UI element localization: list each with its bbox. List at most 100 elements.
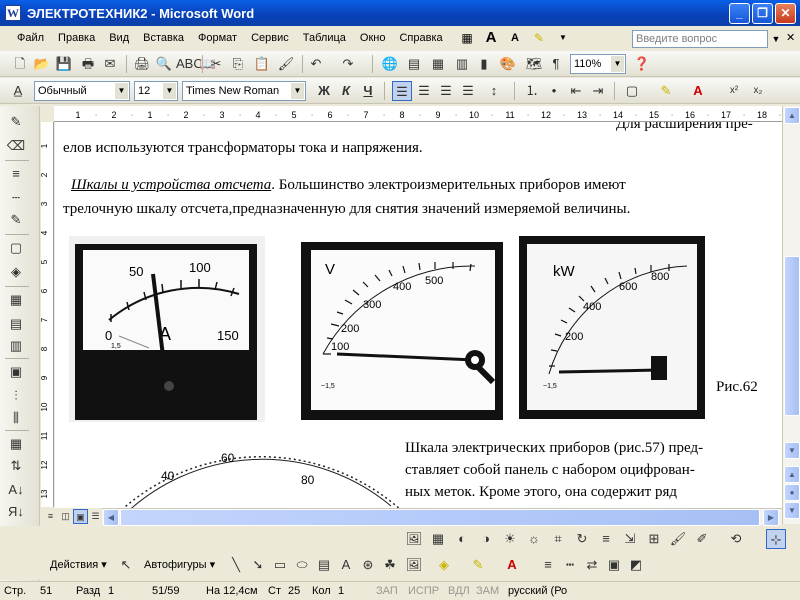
rotate-icon[interactable]: ↻	[572, 529, 592, 549]
increase-indent-icon[interactable]: ⇥	[588, 81, 608, 101]
table-autoformat-icon[interactable]: ▦	[6, 434, 26, 454]
chevron-down-icon[interactable]: ▼	[291, 83, 304, 99]
align-cell-icon[interactable]: ▣	[6, 362, 26, 382]
menu-edit[interactable]: Правка	[51, 26, 102, 50]
autoshapes-button[interactable]: Автофигуры ▾	[144, 555, 215, 575]
italic-button[interactable]: К	[336, 81, 356, 101]
chevron-down-icon[interactable]: ▼	[115, 83, 128, 99]
scroll-left-icon[interactable]: ◀	[103, 509, 119, 526]
scroll-thumb[interactable]	[784, 256, 800, 416]
justify-icon[interactable]: ☰	[458, 81, 478, 101]
arrow-icon[interactable]: ➘	[248, 555, 268, 575]
highlight-icon[interactable]: ✎	[528, 28, 550, 48]
align-left-icon[interactable]: ☰	[392, 81, 412, 101]
numbering-icon[interactable]: ⒈	[522, 81, 542, 101]
dropdown-arrow-icon[interactable]: ▼	[552, 28, 574, 48]
vertical-scrollbar[interactable]: ▲ ▼ ▲ ● ▼	[782, 106, 800, 524]
menu-view[interactable]: Вид	[102, 26, 136, 50]
cut-icon[interactable]: ✂	[206, 54, 226, 74]
dash-style-icon[interactable]: ┅	[560, 555, 580, 575]
horizontal-scroll-thumb[interactable]	[120, 509, 760, 526]
eraser-icon[interactable]: ⌫	[6, 136, 26, 156]
select-objects-icon[interactable]: ↖	[116, 555, 136, 575]
horizontal-scrollbar[interactable]: ◀ ▶	[102, 508, 782, 526]
print-icon[interactable]: 🖨	[132, 54, 152, 74]
zoom-select[interactable]: 110% ▼	[570, 54, 626, 74]
fill-color-icon[interactable]: ◈	[434, 555, 454, 575]
next-page-icon[interactable]: ▼	[784, 502, 800, 519]
shadow-style-icon[interactable]: ▣	[604, 555, 624, 575]
ask-question-input[interactable]: Введите вопрос	[632, 30, 768, 48]
status-extend[interactable]: ВДЛ	[448, 585, 470, 597]
save-icon[interactable]: 💾	[54, 54, 74, 74]
grow-font-icon[interactable]: A	[480, 28, 502, 48]
style-select[interactable]: Обычный ▼	[34, 81, 130, 101]
border-color-icon[interactable]: ✎	[6, 210, 26, 230]
copy-icon[interactable]: ⎘	[228, 54, 248, 74]
set-transparent-icon[interactable]: ✐	[692, 529, 712, 549]
styles-icon[interactable]: A̲	[8, 81, 28, 101]
underline-button[interactable]: Ч	[358, 81, 378, 101]
menu-insert[interactable]: Вставка	[136, 26, 191, 50]
insert-excel-icon[interactable]: ▥	[452, 54, 472, 74]
borders-icon[interactable]: ▢	[622, 81, 642, 101]
oval-icon[interactable]: ⬭	[292, 555, 312, 575]
compress-icon[interactable]: ⇲	[620, 529, 640, 549]
show-hide-icon[interactable]: ¶	[546, 54, 566, 74]
grid-settings-icon[interactable]: ⊹	[766, 529, 786, 549]
shading-icon[interactable]: ◈	[6, 262, 26, 282]
less-contrast-icon[interactable]: ◑	[476, 529, 496, 549]
word-app-icon[interactable]: W	[5, 5, 21, 21]
bullets-icon[interactable]: •	[544, 81, 564, 101]
chevron-down-icon[interactable]: ▼	[611, 56, 624, 72]
bold-button[interactable]: Ж	[314, 81, 334, 101]
pen-icon[interactable]: ✎	[6, 112, 26, 132]
line-spacing-icon[interactable]: ↕	[484, 81, 504, 101]
superscript-icon[interactable]: x²	[724, 81, 744, 101]
minimize-button[interactable]: _	[729, 3, 750, 24]
menu-window[interactable]: Окно	[353, 26, 393, 50]
sort-ascending-icon[interactable]: A↓	[6, 480, 26, 500]
distribute-columns-icon[interactable]: ⫼	[6, 408, 26, 428]
highlight-icon[interactable]: ✎	[656, 81, 676, 101]
less-brightness-icon[interactable]: ☼	[524, 529, 544, 549]
tables-borders-icon[interactable]: ▤	[404, 54, 424, 74]
rectangle-icon[interactable]: ▭	[270, 555, 290, 575]
menu-format[interactable]: Формат	[191, 26, 244, 50]
insert-picture-icon[interactable]: 🖼	[404, 555, 424, 575]
select-browse-object-icon[interactable]: ●	[784, 484, 800, 501]
line-style-icon[interactable]: ≡	[596, 529, 616, 549]
help-icon[interactable]: ❓	[632, 54, 652, 74]
color-icon[interactable]: ▦	[428, 529, 448, 549]
dash-style-icon[interactable]: ┄	[6, 188, 26, 208]
menu-table[interactable]: Таблица	[296, 26, 353, 50]
menu-file[interactable]: Файл	[10, 26, 51, 50]
restore-button[interactable]: ❐	[752, 3, 773, 24]
previous-page-icon[interactable]: ▲	[784, 466, 800, 483]
redo-icon[interactable]: ↷	[338, 54, 358, 74]
draw-actions-button[interactable]: Действия ▾	[50, 555, 107, 575]
new-document-icon[interactable]: 🗋	[10, 54, 30, 74]
ask-dropdown-icon[interactable]: ▼	[770, 30, 782, 48]
paste-icon[interactable]: 📋	[252, 54, 272, 74]
format-painter-icon[interactable]: 🖌	[276, 54, 296, 74]
scroll-down-icon[interactable]: ▼	[784, 442, 800, 459]
print-preview-icon[interactable]: 🔍	[154, 54, 174, 74]
insert-table-icon[interactable]: ▦	[428, 54, 448, 74]
subscript-icon[interactable]: x₂	[748, 81, 768, 101]
open-icon[interactable]: 📂	[32, 54, 52, 74]
outside-borders-icon[interactable]: ▢	[6, 238, 26, 258]
outline-view-icon[interactable]: ☰	[88, 509, 103, 524]
arrow-style-icon[interactable]: ⇄	[582, 555, 602, 575]
vertical-ruler[interactable]: 12345678910111213	[40, 122, 54, 507]
status-rec[interactable]: ЗАП	[376, 585, 398, 597]
grid-icon[interactable]: ▦	[456, 28, 478, 48]
chevron-down-icon[interactable]: ▼	[163, 83, 176, 99]
format-picture-icon[interactable]: 🖌	[668, 529, 688, 549]
line-style-icon[interactable]: ≡	[6, 164, 26, 184]
normal-view-icon[interactable]: ≡	[43, 509, 58, 524]
align-right-icon[interactable]: ☰	[436, 81, 456, 101]
3d-style-icon[interactable]: ◩	[626, 555, 646, 575]
text-wrapping-icon[interactable]: ⊞	[644, 529, 664, 549]
scroll-up-icon[interactable]: ▲	[784, 107, 800, 124]
